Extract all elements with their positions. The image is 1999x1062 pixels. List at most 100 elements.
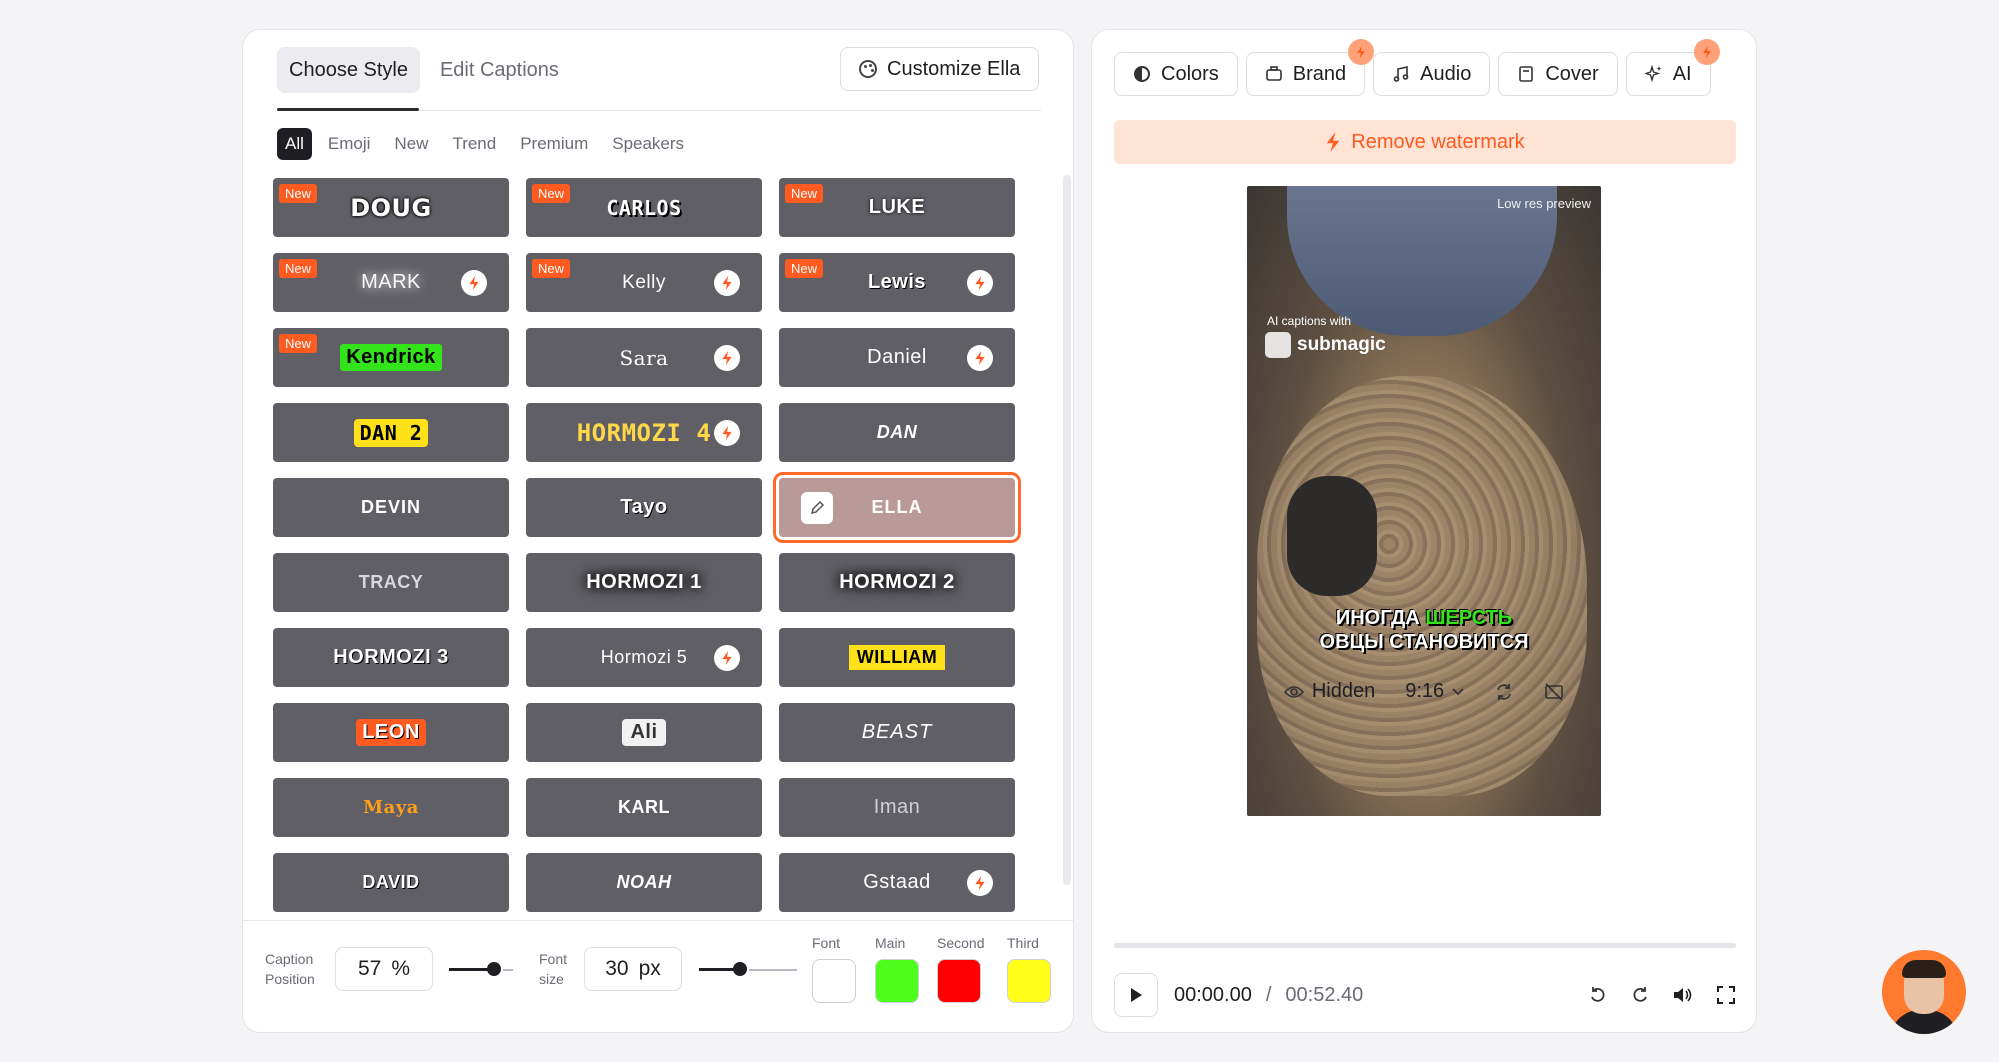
- caption-off-icon: [1545, 682, 1563, 701]
- tab-audio[interactable]: Audio: [1373, 52, 1491, 96]
- rewind-icon[interactable]: [1588, 985, 1608, 1005]
- style-card-hormozi-1[interactable]: HORMOZI 1: [526, 553, 762, 612]
- style-name: ELLA: [871, 497, 923, 517]
- main-color-swatch[interactable]: [875, 959, 919, 1003]
- style-list[interactable]: New DOUG New CARLOS New LUKE New MARK New Kelly Ne…: [273, 178, 1033, 948]
- customize-tabs: Colors Brand Audio Cover AI: [1114, 39, 1720, 96]
- filter-emoji[interactable]: Emoji: [320, 128, 379, 160]
- remove-watermark-button[interactable]: Remove watermark: [1114, 120, 1736, 164]
- style-card-hormozi-3[interactable]: HORMOZI 3: [273, 628, 509, 687]
- visibility-toggle[interactable]: Hidden: [1283, 680, 1376, 703]
- filter-trend[interactable]: Trend: [444, 128, 504, 160]
- style-card-mark[interactable]: New MARK: [273, 253, 509, 312]
- total-time: 00:52.40: [1285, 983, 1364, 1006]
- tab-ai-label: AI: [1672, 62, 1692, 85]
- filter-speakers[interactable]: Speakers: [604, 128, 692, 160]
- filter-premium[interactable]: Premium: [512, 128, 596, 160]
- swatch-label-font: Font: [812, 935, 841, 951]
- book-icon: [1517, 65, 1535, 83]
- style-card-ali[interactable]: Ali: [526, 703, 762, 762]
- style-card-devin[interactable]: DEVIN: [273, 478, 509, 537]
- new-badge: New: [532, 184, 571, 203]
- tab-ai[interactable]: AI: [1625, 39, 1720, 96]
- new-badge: New: [785, 184, 824, 203]
- refresh-icon: [1497, 683, 1512, 700]
- filter-bar: All Emoji New Trend Premium Speakers: [277, 128, 692, 160]
- bolt-icon: [714, 645, 740, 671]
- font-size-slider-knob[interactable]: [733, 962, 747, 976]
- caption-line-2: ОВЦЫ СТАНОВИТСЯ: [1319, 631, 1529, 653]
- playback-progress[interactable]: [1114, 943, 1736, 948]
- style-name: Lewis: [867, 271, 927, 293]
- filter-new[interactable]: New: [386, 128, 436, 160]
- style-card-dan-2[interactable]: DAN 2: [273, 403, 509, 462]
- style-card-leon[interactable]: LEON: [273, 703, 509, 762]
- style-card-ella[interactable]: ELLA: [773, 472, 1021, 543]
- submagic-logo-icon: [1265, 332, 1291, 358]
- tab-brand-label: Brand: [1292, 62, 1347, 85]
- style-card-hormozi-2[interactable]: HORMOZI 2: [779, 553, 1015, 612]
- visibility-label: Hidden: [1311, 680, 1376, 702]
- style-card-william[interactable]: WILLIAM: [779, 628, 1015, 687]
- style-name: Ali: [622, 719, 666, 746]
- style-card-gstaad[interactable]: Gstaad: [779, 853, 1015, 912]
- style-name: DAVID: [362, 872, 420, 892]
- style-card-maya[interactable]: Maya: [273, 778, 509, 837]
- caption-position-input[interactable]: 57 %: [335, 947, 433, 991]
- style-card-hormozi-5[interactable]: Hormozi 5: [526, 628, 762, 687]
- avatar[interactable]: [1882, 950, 1966, 1034]
- filter-all[interactable]: All: [277, 128, 312, 160]
- third-color-swatch[interactable]: [1007, 959, 1051, 1003]
- play-button[interactable]: [1114, 973, 1158, 1017]
- new-badge: New: [279, 259, 318, 278]
- hide-captions-button[interactable]: [1544, 682, 1564, 702]
- tab-choose-style[interactable]: Choose Style: [277, 47, 420, 93]
- refresh-button[interactable]: [1494, 682, 1514, 702]
- style-name: HORMOZI 4: [576, 418, 712, 447]
- style-card-daniel[interactable]: Daniel: [779, 328, 1015, 387]
- style-card-kendrick[interactable]: New Kendrick: [273, 328, 509, 387]
- caption-position-slider-knob[interactable]: [487, 962, 501, 976]
- style-card-hormozi-4[interactable]: HORMOZI 4: [526, 403, 762, 462]
- font-color-swatch[interactable]: [812, 959, 856, 1003]
- font-size-input[interactable]: 30 px: [584, 947, 682, 991]
- style-card-beast[interactable]: BEAST: [779, 703, 1015, 762]
- style-tabs: Choose Style Edit Captions: [277, 47, 571, 93]
- player-right-controls: [1588, 985, 1736, 1005]
- style-card-david[interactable]: DAVID: [273, 853, 509, 912]
- style-card-tayo[interactable]: Tayo: [526, 478, 762, 537]
- style-card-dan[interactable]: DAN: [779, 403, 1015, 462]
- video-preview[interactable]: Low res preview AI captions with submagi…: [1247, 186, 1601, 816]
- pencil-icon[interactable]: [801, 492, 833, 524]
- volume-icon[interactable]: [1672, 985, 1694, 1005]
- forward-icon[interactable]: [1630, 985, 1650, 1005]
- style-card-doug[interactable]: New DOUG: [273, 178, 509, 237]
- style-card-luke[interactable]: New LUKE: [779, 178, 1015, 237]
- bolt-icon: [714, 345, 740, 371]
- style-card-lewis[interactable]: New Lewis: [779, 253, 1015, 312]
- style-name: Tayo: [620, 496, 668, 518]
- style-name: DEVIN: [360, 497, 421, 517]
- style-name: CARLOS: [606, 195, 682, 220]
- style-name: Sara: [619, 345, 669, 370]
- style-card-noah[interactable]: NOAH: [526, 853, 762, 912]
- fullscreen-icon[interactable]: [1716, 985, 1736, 1005]
- second-color-swatch[interactable]: [937, 959, 981, 1003]
- style-card-iman[interactable]: Iman: [779, 778, 1015, 837]
- style-card-karl[interactable]: KARL: [526, 778, 762, 837]
- aspect-ratio-dropdown[interactable]: 9:16: [1405, 680, 1464, 703]
- bolt-icon: [1348, 39, 1375, 65]
- tab-brand[interactable]: Brand: [1245, 39, 1375, 96]
- style-card-carlos[interactable]: New CARLOS: [526, 178, 762, 237]
- customize-button[interactable]: Customize Ella: [840, 47, 1040, 91]
- style-card-tracy[interactable]: TRACY: [273, 553, 509, 612]
- swatch-label-main: Main: [875, 935, 906, 951]
- tab-cover[interactable]: Cover: [1498, 52, 1618, 96]
- style-card-sara[interactable]: Sara: [526, 328, 762, 387]
- style-name: DAN 2: [353, 418, 429, 447]
- style-name: Kendrick: [340, 344, 442, 371]
- tab-colors[interactable]: Colors: [1114, 52, 1238, 96]
- tab-edit-captions[interactable]: Edit Captions: [428, 47, 571, 93]
- style-card-kelly[interactable]: New Kelly: [526, 253, 762, 312]
- scrollbar[interactable]: [1063, 175, 1071, 885]
